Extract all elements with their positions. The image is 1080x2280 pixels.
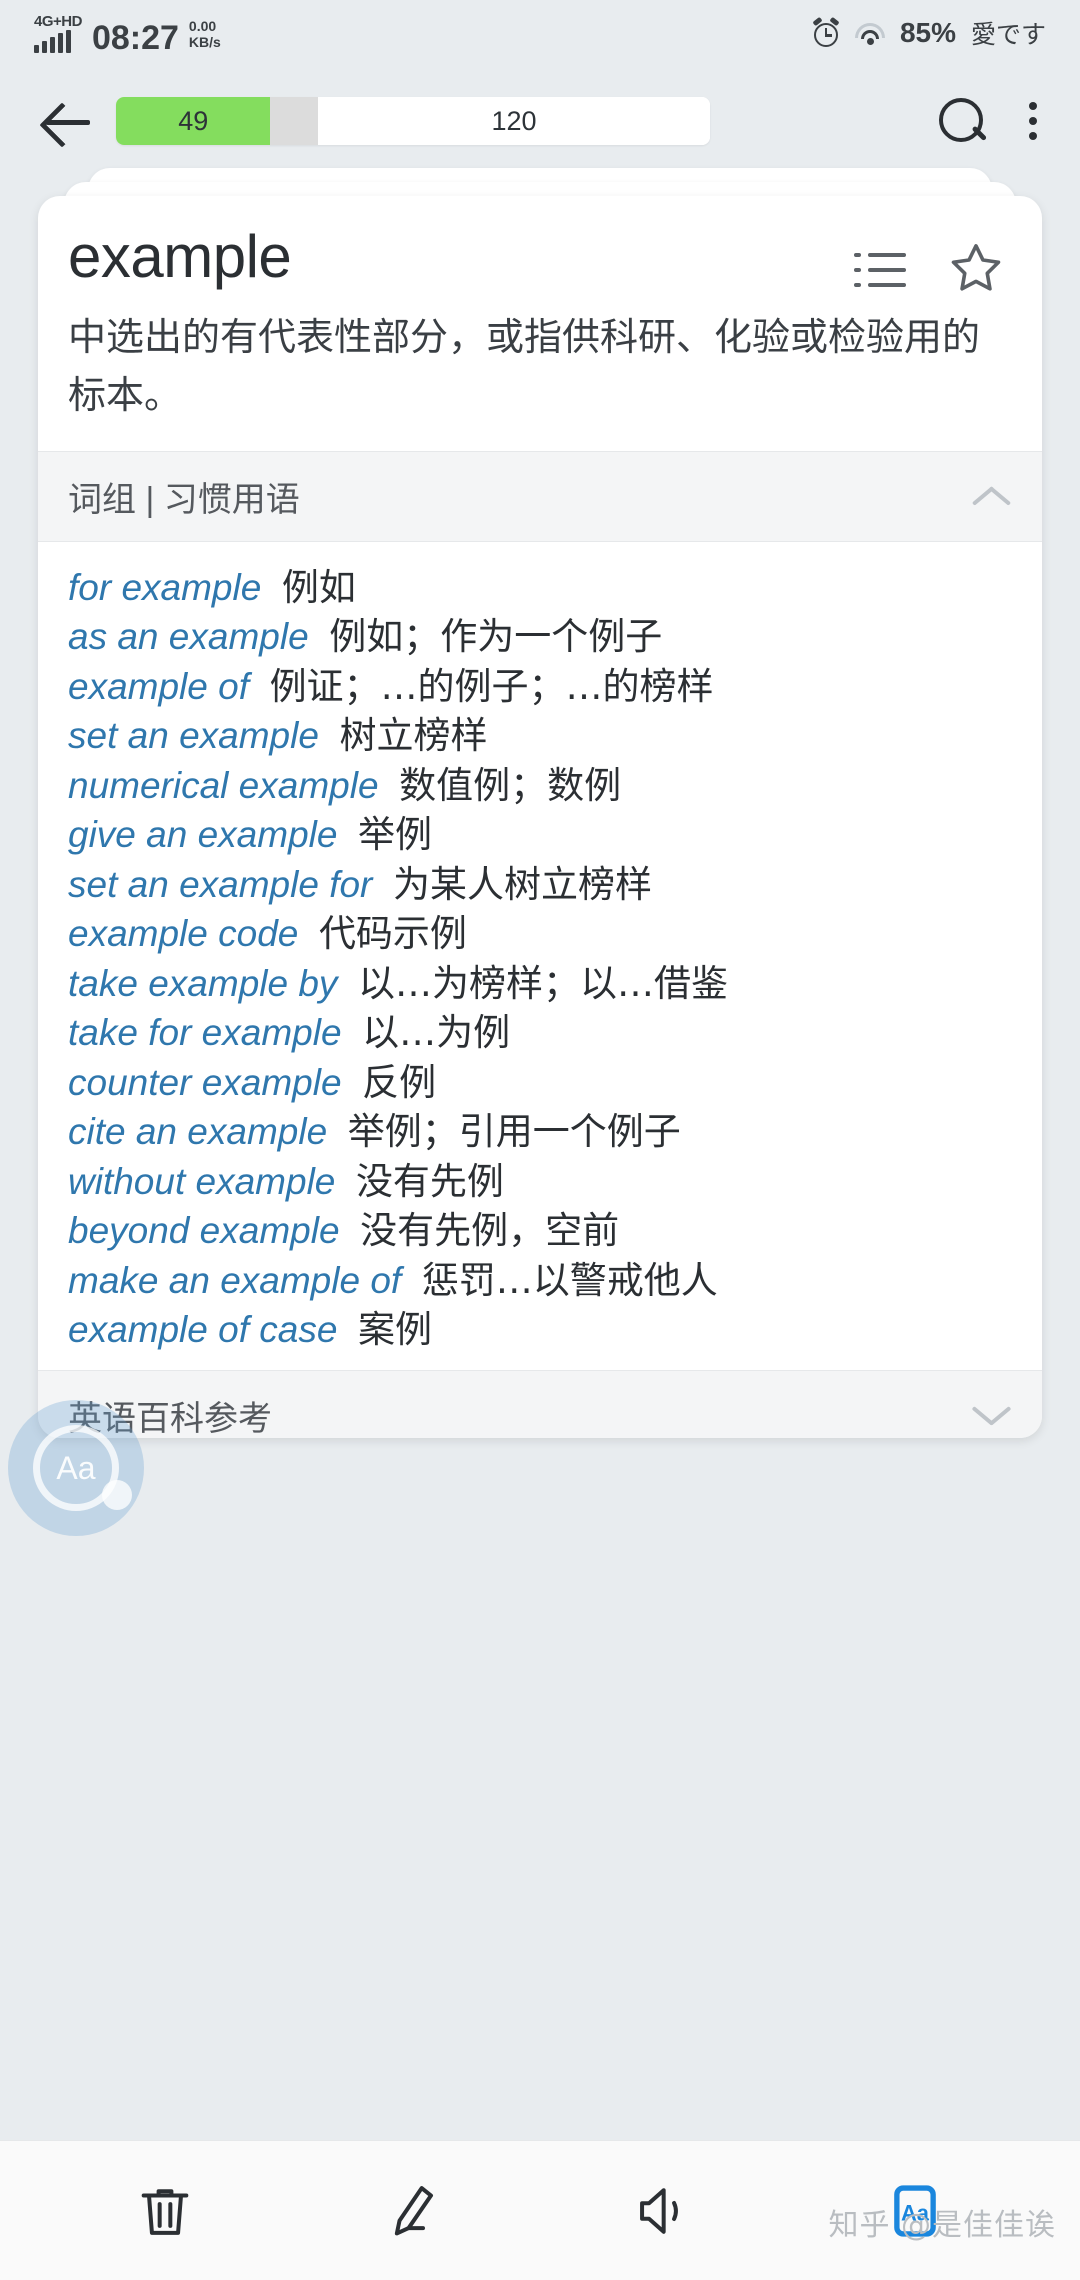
- phrase-row[interactable]: numerical example 数值例；数例: [68, 762, 1012, 810]
- phrase-row[interactable]: take example by 以…为榜样；以…借鉴: [68, 960, 1012, 1008]
- trash-icon[interactable]: [133, 2179, 197, 2243]
- card-header: example: [38, 196, 1042, 309]
- study-progress-bar[interactable]: 49 120: [116, 97, 710, 145]
- status-bar: 4G+HD 08:27 0.00 KB/s 85% 愛です: [0, 0, 1080, 66]
- phrase-english: beyond example: [68, 1210, 340, 1252]
- wifi-icon: [854, 21, 885, 45]
- phrase-row[interactable]: as an example 例如；作为一个例子: [68, 613, 1012, 661]
- phrase-english: example of case: [68, 1309, 338, 1351]
- definition-text: 中选出的有代表性部分，或指供科研、化验或检验用的标本。: [68, 315, 981, 417]
- progress-pending-segment: [270, 97, 318, 145]
- phrase-chinese: 例如: [281, 565, 356, 609]
- phrase-chinese: 惩罚…以警戒他人: [421, 1258, 718, 1302]
- phrase-row[interactable]: set an example 树立榜样: [68, 712, 1012, 760]
- alarm-icon: [812, 16, 840, 47]
- list-icon[interactable]: [854, 251, 906, 289]
- phrase-english: counter example: [68, 1061, 342, 1103]
- status-bar-right: 85% 愛です: [812, 15, 1046, 51]
- progress-done-segment: 49: [116, 97, 271, 145]
- phrase-english: take example by: [68, 962, 338, 1004]
- section-header-phrases[interactable]: 词组 | 习惯用语: [38, 450, 1042, 542]
- phrase-row[interactable]: set an example for 为某人树立榜样: [68, 861, 1012, 909]
- phrase-chinese: 以…为例: [362, 1011, 511, 1055]
- bottom-toolbar: Aa: [0, 2140, 1080, 2280]
- page-title: example: [68, 223, 292, 290]
- top-bar-actions: [916, 95, 1042, 147]
- phrase-row[interactable]: example of 例证；…的例子；…的榜样: [68, 663, 1012, 711]
- phrase-chinese: 以…为榜样；以…借鉴: [358, 961, 728, 1005]
- phrase-english: cite an example: [68, 1111, 328, 1153]
- app-top-bar: 49 120: [0, 66, 1080, 176]
- battery-percent: 85%: [899, 17, 956, 48]
- star-icon[interactable]: [948, 240, 1004, 299]
- phrase-row[interactable]: for example 例如: [68, 564, 1012, 612]
- progress-total-label: 120: [317, 97, 710, 145]
- phrase-row[interactable]: make an example of 惩罚…以警戒他人: [68, 1257, 1012, 1305]
- phrase-row[interactable]: without example 没有先例: [68, 1158, 1012, 1206]
- phrase-chinese: 反例: [362, 1060, 437, 1104]
- phrase-english: set an example for: [68, 863, 373, 905]
- svg-text:Aa: Aa: [901, 2200, 930, 2225]
- status-extra-text: 愛です: [970, 21, 1046, 49]
- magnifier-text-size-icon: Aa: [33, 1425, 132, 1511]
- phrase-row[interactable]: example of case 案例: [68, 1306, 1012, 1354]
- phrase-chinese: 为某人树立榜样: [392, 862, 652, 906]
- phrase-row[interactable]: give an example 举例: [68, 811, 1012, 859]
- phrase-chinese: 举例: [358, 813, 433, 857]
- phrase-chinese: 例如；作为一个例子: [329, 615, 663, 659]
- section-title-phrases: 词组 | 习惯用语: [68, 480, 300, 519]
- phrase-chinese: 数值例；数例: [399, 763, 622, 807]
- back-button[interactable]: [38, 91, 98, 151]
- chevron-down-icon[interactable]: [972, 1396, 1012, 1436]
- floating-button-label: Aa: [56, 1449, 96, 1486]
- pencil-icon[interactable]: [383, 2179, 447, 2243]
- phrase-chinese: 例证；…的例子；…的榜样: [269, 664, 714, 708]
- phrase-list: for example 例如 as an example 例如；作为一个例子 exa…: [38, 542, 1042, 1371]
- data-rate-value: 0.00: [188, 18, 217, 35]
- phrase-english: set an example: [68, 715, 319, 757]
- phrase-english: give an example: [68, 814, 338, 856]
- more-options-icon[interactable]: [1024, 95, 1042, 147]
- speaker-icon[interactable]: [633, 2179, 697, 2243]
- phrase-english: numerical example: [68, 764, 379, 806]
- text-size-icon[interactable]: Aa: [883, 2179, 947, 2243]
- phrase-row[interactable]: cite an example 举例；引用一个例子: [68, 1108, 1012, 1156]
- phrase-row[interactable]: take for example 以…为例: [68, 1009, 1012, 1057]
- phrase-chinese: 举例；引用一个例子: [347, 1110, 681, 1154]
- signal-bars-icon: [34, 29, 71, 53]
- phrase-english: example code: [68, 913, 299, 955]
- phrase-row[interactable]: counter example 反例: [68, 1059, 1012, 1107]
- phrase-chinese: 案例: [358, 1308, 432, 1352]
- status-time: 08:27: [91, 18, 179, 57]
- card-header-actions: [854, 222, 1012, 299]
- phrase-english: take for example: [68, 1012, 342, 1054]
- phrase-chinese: 树立榜样: [339, 714, 488, 758]
- phrase-english: make an example of: [68, 1259, 402, 1301]
- phrase-english: example of: [68, 665, 249, 707]
- section-header-encyclopedia[interactable]: 英语百科参考: [38, 1370, 1042, 1438]
- phrase-english: as an example: [68, 616, 309, 658]
- card-stack: example 中选出的有代表性部分，或指供科研、化验或检验用的标本。 词组 |…: [38, 168, 1042, 1438]
- phrase-chinese: 代码示例: [318, 912, 467, 956]
- network-type-label: 4G+HD: [34, 12, 82, 30]
- word-card: example 中选出的有代表性部分，或指供科研、化验或检验用的标本。 词组 |…: [38, 196, 1042, 1438]
- phrase-chinese: 没有先例: [355, 1159, 504, 1203]
- status-bar-left: 4G+HD 08:27 0.00 KB/s: [34, 14, 221, 57]
- data-rate: 0.00 KB/s: [189, 18, 221, 50]
- magnifier-handle: [102, 1480, 132, 1510]
- phrase-chinese: 没有先例，空前: [360, 1209, 620, 1253]
- phrase-row[interactable]: beyond example 没有先例，空前: [68, 1207, 1012, 1255]
- chevron-up-icon[interactable]: [972, 476, 1012, 516]
- data-rate-unit: KB/s: [188, 34, 221, 51]
- phrase-english: for example: [68, 566, 262, 608]
- signal-icon: 4G+HD: [34, 14, 82, 53]
- search-icon[interactable]: [936, 95, 988, 147]
- phrase-row[interactable]: example code 代码示例: [68, 910, 1012, 958]
- floating-text-size-button[interactable]: Aa: [8, 1400, 144, 1536]
- phrase-english: without example: [68, 1160, 336, 1202]
